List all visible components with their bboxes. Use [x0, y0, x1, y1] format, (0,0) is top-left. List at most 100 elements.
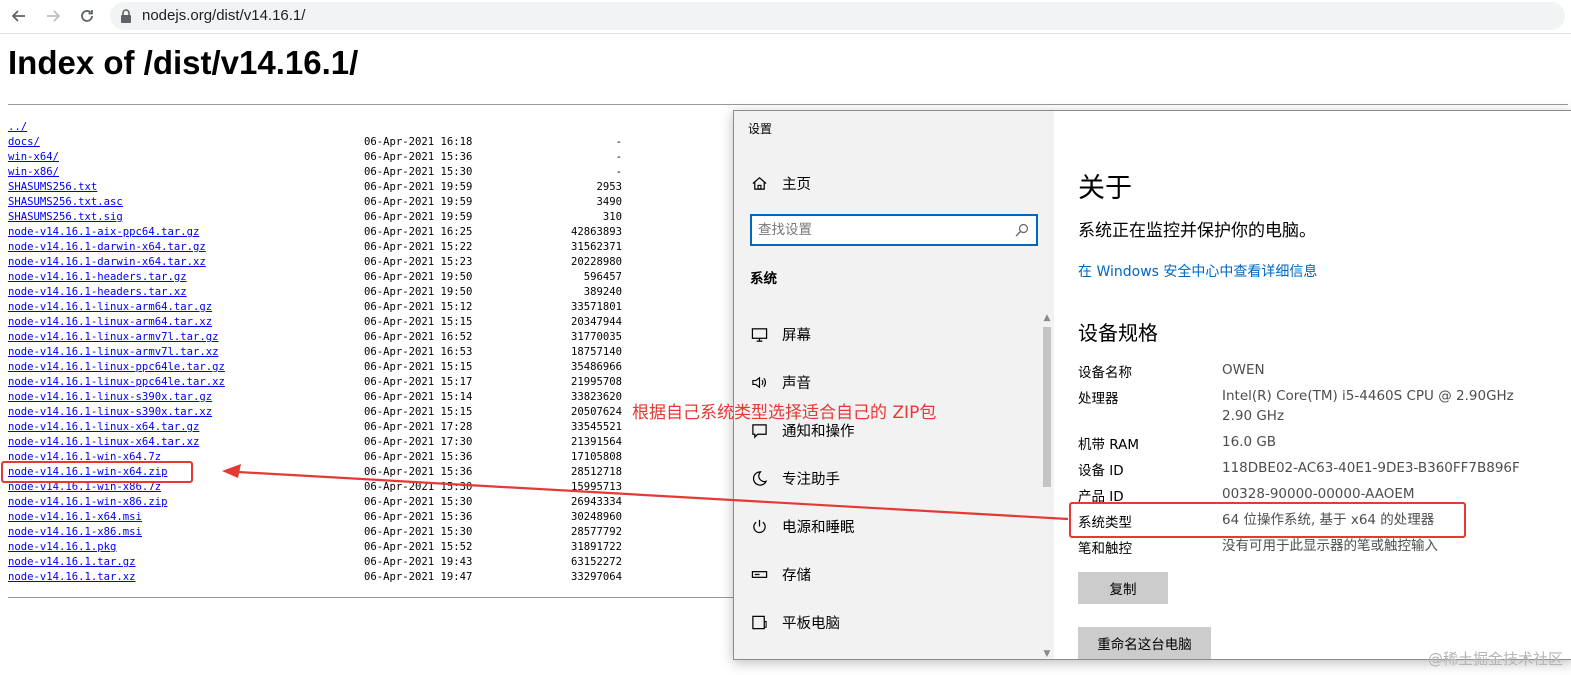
file-link[interactable]: ../	[8, 120, 27, 135]
file-link[interactable]: node-v14.16.1.tar.xz	[8, 570, 136, 585]
spec-label: 设备 ID	[1078, 463, 1124, 479]
nav-item-sound[interactable]: 声音	[750, 367, 811, 397]
file-link[interactable]: docs/	[8, 135, 40, 150]
file-link[interactable]: node-v14.16.1-x86.msi	[8, 525, 142, 540]
listing-row: win-x64/06-Apr-2021 15:36 -	[8, 150, 728, 165]
listing-row: node-v14.16.1-linux-armv7l.tar.gz 06-Apr-…	[8, 330, 728, 345]
watermark: @稀土掘金技术社区	[1427, 650, 1563, 668]
file-link[interactable]: node-v14.16.1-linux-s390x.tar.gz	[8, 390, 212, 405]
nav-item-label: 电源和睡眠	[782, 519, 855, 536]
file-size: 21995708	[570, 376, 622, 388]
nav-item-storage[interactable]: 存储	[750, 559, 811, 589]
file-link[interactable]: node-v14.16.1-headers.tar.gz	[8, 270, 187, 285]
sidebar-scrollbar[interactable]: ▲ ▼	[1040, 313, 1052, 659]
nav-item-home[interactable]: 主页	[750, 168, 811, 198]
file-date: 06-Apr-2021 15:30	[364, 496, 473, 508]
divider	[8, 597, 738, 598]
reload-button[interactable]	[76, 5, 98, 27]
file-link[interactable]: SHASUMS256.txt.sig	[8, 210, 123, 225]
window-title: 设置	[748, 122, 773, 136]
file-link[interactable]: node-v14.16.1-linux-armv7l.tar.xz	[8, 345, 218, 360]
scroll-down-icon[interactable]: ▼	[1042, 649, 1052, 659]
spec-label: 设备名称	[1078, 365, 1132, 381]
nav-item-focus-assist[interactable]: 专注助手	[750, 463, 840, 493]
lock-icon	[121, 9, 131, 23]
arrow-left-icon	[11, 10, 25, 22]
notification-icon	[750, 421, 768, 439]
highlight-zip-link	[1, 461, 193, 483]
nav-item-power-sleep[interactable]: 电源和睡眠	[750, 511, 855, 541]
settings-window: 设置 主页 系统 屏幕 声音 通知	[733, 110, 1571, 660]
listing-row: SHASUMS256.txt 06-Apr-2021 19:59 2953	[8, 180, 728, 195]
file-size: 28577792	[570, 526, 622, 538]
file-link[interactable]: node-v14.16.1-headers.tar.xz	[8, 285, 187, 300]
file-size: 30248960	[570, 511, 622, 523]
file-date: 06-Apr-2021 15:22	[364, 241, 473, 253]
file-size: 26943334	[570, 496, 622, 508]
nav-item-tablet[interactable]: 平板电脑	[750, 607, 840, 637]
scroll-up-icon[interactable]: ▲	[1042, 313, 1052, 323]
address-bar[interactable]: nodejs.org/dist/v14.16.1/	[110, 2, 1565, 30]
listing-row: node-v14.16.1-x86.msi 06-Apr-2021 15:30 28…	[8, 525, 728, 540]
file-link[interactable]: node-v14.16.1-linux-s390x.tar.xz	[8, 405, 212, 420]
about-title: 关于	[1078, 173, 1132, 204]
settings-search[interactable]	[750, 214, 1038, 246]
file-size: 31770035	[570, 331, 622, 343]
file-date: 06-Apr-2021 19:47	[364, 571, 473, 583]
listing-row: node-v14.16.1-headers.tar.xz 06-Apr-2021 …	[8, 285, 728, 300]
search-input[interactable]	[758, 221, 1008, 239]
file-date: 06-Apr-2021 16:52	[364, 331, 473, 343]
file-link[interactable]: node-v14.16.1-win-x86.zip	[8, 495, 167, 510]
home-icon	[750, 174, 768, 192]
scroll-thumb[interactable]	[1043, 327, 1051, 487]
page-title: Index of /dist/v14.16.1/	[8, 44, 359, 81]
file-link[interactable]: node-v14.16.1-linux-ppc64le.tar.xz	[8, 375, 225, 390]
copy-button[interactable]: 复制	[1078, 572, 1168, 604]
file-date: 06-Apr-2021 15:15	[364, 316, 473, 328]
file-link[interactable]: win-x64/	[8, 150, 59, 165]
file-date: 06-Apr-2021 15:15	[364, 406, 473, 418]
back-button[interactable]	[8, 5, 30, 27]
file-date: 06-Apr-2021 19:59	[364, 211, 473, 223]
file-link[interactable]: node-v14.16.1-linux-arm64.tar.xz	[8, 315, 212, 330]
file-link[interactable]: node-v14.16.1-darwin-x64.tar.gz	[8, 240, 206, 255]
file-link[interactable]: node-v14.16.1.tar.gz	[8, 555, 136, 570]
file-size: 18757140	[570, 346, 622, 358]
file-link[interactable]: SHASUMS256.txt.asc	[8, 195, 123, 210]
file-size: 28512718	[570, 466, 622, 478]
file-link[interactable]: node-v14.16.1-x64.msi	[8, 510, 142, 525]
tablet-icon	[750, 613, 768, 631]
file-size: 310	[602, 211, 622, 223]
protection-status: 系统正在监控并保护你的电脑。	[1078, 221, 1316, 241]
file-date: 06-Apr-2021 19:50	[364, 286, 473, 298]
file-link[interactable]: node-v14.16.1-aix-ppc64.tar.gz	[8, 225, 199, 240]
nav-item-display[interactable]: 屏幕	[750, 319, 811, 349]
file-link[interactable]: win-x86/	[8, 165, 59, 180]
file-link[interactable]: node-v14.16.1-linux-x64.tar.xz	[8, 435, 199, 450]
listing-row: node-v14.16.1-linux-ppc64le.tar.xz 06-Apr…	[8, 375, 728, 390]
listing-row: node-v14.16.1-linux-armv7l.tar.xz 06-Apr-…	[8, 345, 728, 360]
nav-item-label: 专注助手	[782, 471, 840, 488]
file-link[interactable]: node-v14.16.1-linux-armv7l.tar.gz	[8, 330, 218, 345]
listing-row: node-v14.16.1-linux-x64.tar.gz 06-Apr-202…	[8, 420, 728, 435]
spec-value: OWEN	[1222, 362, 1265, 378]
spec-value: 00328-90000-00000-AAOEM	[1222, 486, 1415, 502]
settings-sidebar: 设置 主页 系统 屏幕 声音 通知	[734, 111, 1054, 659]
file-link[interactable]: SHASUMS256.txt	[8, 180, 97, 195]
moon-icon	[750, 469, 768, 487]
file-date: 06-Apr-2021 19:43	[364, 556, 473, 568]
listing-row: node-v14.16.1-linux-ppc64le.tar.gz 06-Apr…	[8, 360, 728, 375]
file-link[interactable]: node-v14.16.1-linux-arm64.tar.gz	[8, 300, 212, 315]
file-link[interactable]: node-v14.16.1-darwin-x64.tar.xz	[8, 255, 206, 270]
file-link[interactable]: node-v14.16.1-linux-ppc64le.tar.gz	[8, 360, 225, 375]
rename-pc-button[interactable]: 重命名这台电脑	[1078, 627, 1211, 659]
file-link[interactable]: node-v14.16.1-linux-x64.tar.gz	[8, 420, 199, 435]
file-link[interactable]: node-v14.16.1.pkg	[8, 540, 116, 555]
nav-item-label: 屏幕	[782, 327, 811, 344]
forward-button[interactable]	[42, 5, 64, 27]
file-size: 20347944	[570, 316, 622, 328]
security-center-link[interactable]: 在 Windows 安全中心中查看详细信息	[1078, 261, 1317, 281]
file-date: 06-Apr-2021 15:36	[364, 466, 473, 478]
listing-row: win-x86/06-Apr-2021 15:30 -	[8, 165, 728, 180]
file-date: 06-Apr-2021 15:17	[364, 376, 473, 388]
